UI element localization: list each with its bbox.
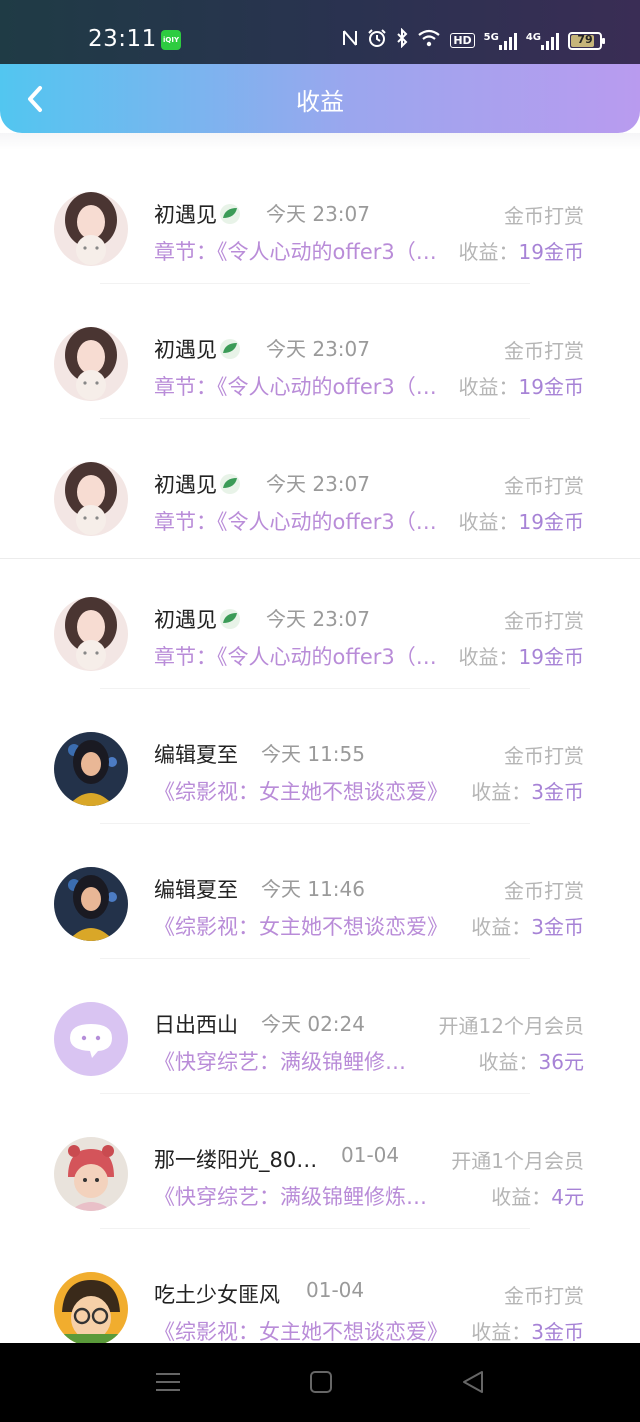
transaction-type: 金币打赏	[504, 879, 584, 903]
timestamp: 今天 23:07	[266, 337, 370, 361]
user-name: 吃土少女匪风	[154, 1283, 280, 1307]
alarm-icon	[367, 28, 387, 53]
earnings: 收益：3金币	[471, 1320, 584, 1344]
user-name: 初遇见	[154, 469, 241, 499]
list-item[interactable]: 初遇见 今天 23:07 金币打赏 章节：《令人心动的offer3（… 收益：1…	[0, 285, 640, 420]
user-name: 初遇见	[154, 604, 241, 634]
level-badge-icon	[220, 609, 240, 629]
earnings-list: 初遇见 今天 23:07 金币打赏 章节：《令人心动的offer3（… 收益：1…	[0, 150, 640, 1365]
earnings: 收益：19金币	[458, 240, 584, 264]
list-item[interactable]: 初遇见 今天 23:07 金币打赏 章节：《令人心动的offer3（… 收益：1…	[0, 555, 640, 690]
divider	[100, 418, 530, 419]
wifi-icon	[417, 29, 441, 52]
timestamp: 01-04	[341, 1143, 400, 1167]
transaction-type: 金币打赏	[504, 204, 584, 228]
transaction-type: 开通12个月会员	[438, 1014, 584, 1038]
timestamp: 01-04	[306, 1278, 365, 1302]
home-icon	[310, 1371, 332, 1393]
chapter-title: 章节：《令人心动的offer3（…	[154, 375, 437, 399]
transaction-type: 金币打赏	[504, 744, 584, 768]
avatar[interactable]	[54, 192, 128, 266]
timestamp: 今天 23:07	[266, 202, 370, 226]
bluetooth-icon	[396, 27, 408, 53]
earnings: 收益：19金币	[458, 510, 584, 534]
transaction-type: 金币打赏	[504, 1284, 584, 1308]
avatar[interactable]	[54, 1002, 128, 1076]
level-badge-icon	[220, 474, 240, 494]
earnings: 收益：4元	[491, 1185, 584, 1209]
iqiyi-notification-icon: iQIY	[161, 30, 181, 50]
user-name: 初遇见	[154, 199, 241, 229]
list-item[interactable]: 初遇见 今天 23:07 金币打赏 章节：《令人心动的offer3（… 收益：1…	[0, 420, 640, 555]
page-title: 收益	[296, 88, 344, 116]
avatar[interactable]	[54, 597, 128, 671]
nfc-icon	[342, 29, 358, 52]
avatar[interactable]	[54, 732, 128, 806]
chapter-title: 《快穿综艺：满级锦鲤修…	[154, 1050, 406, 1074]
timestamp: 今天 11:46	[261, 877, 365, 901]
transaction-type: 金币打赏	[504, 609, 584, 633]
system-icons: HD 5G 4G 79	[342, 27, 605, 53]
signal-4g-icon: 4G	[526, 32, 559, 50]
transaction-type: 金币打赏	[504, 339, 584, 363]
timestamp: 今天 23:07	[266, 472, 370, 496]
chapter-title: 章节：《令人心动的offer3（…	[154, 645, 437, 669]
hd-icon: HD	[450, 33, 475, 48]
menu-button[interactable]	[153, 1369, 183, 1395]
title-bar: 收益	[0, 64, 640, 133]
earnings: 收益：19金币	[458, 375, 584, 399]
user-name: 日出西山	[154, 1013, 238, 1037]
section-separator	[0, 558, 640, 559]
chapter-title: 《快穿综艺：满级锦鲤修炼…	[154, 1185, 427, 1209]
avatar[interactable]	[54, 1272, 128, 1346]
system-nav-bar	[0, 1343, 640, 1422]
divider	[100, 1093, 530, 1094]
signal-5g-icon: 5G	[484, 32, 517, 50]
menu-icon	[156, 1373, 180, 1391]
chapter-title: 《综影视：女主她不想谈恋爱》	[154, 915, 448, 939]
chapter-title: 章节：《令人心动的offer3（…	[154, 240, 437, 264]
divider	[100, 958, 530, 959]
divider	[100, 283, 530, 284]
list-item[interactable]: 日出西山 今天 02:24 开通12个月会员 《快穿综艺：满级锦鲤修… 收益：3…	[0, 960, 640, 1095]
user-name: 编辑夏至	[154, 878, 238, 902]
earnings: 收益：19金币	[458, 645, 584, 669]
user-name: 那一缕阳光_80…	[154, 1148, 318, 1172]
user-name: 初遇见	[154, 334, 241, 364]
user-name: 编辑夏至	[154, 743, 238, 767]
home-button[interactable]	[306, 1369, 336, 1395]
level-badge-icon	[220, 339, 240, 359]
clock: 23:11	[88, 26, 157, 52]
avatar[interactable]	[54, 1137, 128, 1211]
list-item[interactable]: 初遇见 今天 23:07 金币打赏 章节：《令人心动的offer3（… 收益：1…	[0, 150, 640, 285]
avatar[interactable]	[54, 327, 128, 401]
level-badge-icon	[220, 204, 240, 224]
header-shadow	[0, 133, 640, 150]
chapter-title: 《综影视：女主她不想谈恋爱》	[154, 1320, 448, 1344]
transaction-type: 开通1个月会员	[451, 1149, 584, 1173]
chapter-title: 章节：《令人心动的offer3（…	[154, 510, 437, 534]
battery-icon: 79	[568, 31, 605, 50]
list-item[interactable]: 编辑夏至 今天 11:46 金币打赏 《综影视：女主她不想谈恋爱》 收益：3金币	[0, 825, 640, 960]
back-nav-button[interactable]	[458, 1369, 488, 1395]
timestamp: 今天 23:07	[266, 607, 370, 631]
triangle-back-icon	[463, 1371, 483, 1393]
divider	[100, 688, 530, 689]
timestamp: 今天 11:55	[261, 742, 365, 766]
earnings: 收益：36元	[478, 1050, 584, 1074]
divider	[100, 1228, 530, 1229]
earnings: 收益：3金币	[471, 780, 584, 804]
avatar[interactable]	[54, 867, 128, 941]
list-item[interactable]: 那一缕阳光_80… 01-04 开通1个月会员 《快穿综艺：满级锦鲤修炼… 收益…	[0, 1095, 640, 1230]
divider	[100, 823, 530, 824]
avatar[interactable]	[54, 462, 128, 536]
transaction-type: 金币打赏	[504, 474, 584, 498]
list-item[interactable]: 编辑夏至 今天 11:55 金币打赏 《综影视：女主她不想谈恋爱》 收益：3金币	[0, 690, 640, 825]
timestamp: 今天 02:24	[261, 1012, 365, 1036]
chapter-title: 《综影视：女主她不想谈恋爱》	[154, 780, 448, 804]
earnings: 收益：3金币	[471, 915, 584, 939]
